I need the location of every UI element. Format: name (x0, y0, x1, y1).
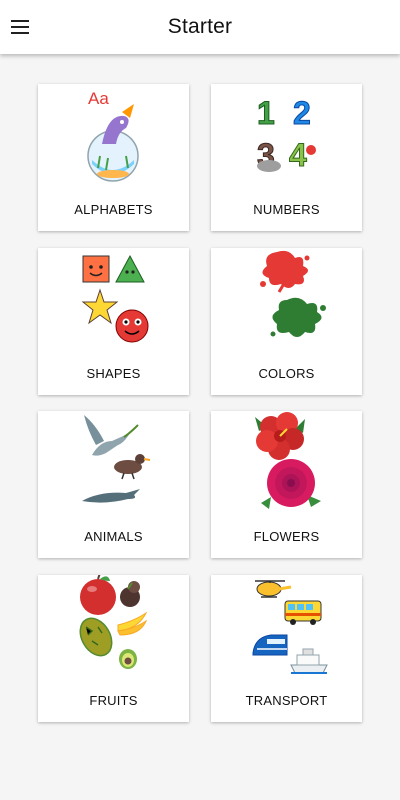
category-label: FLOWERS (253, 529, 320, 544)
paint-splash-icon (260, 250, 326, 337)
category-label: ANIMALS (84, 529, 143, 544)
app-bar: Starter (0, 0, 400, 54)
fish-bowl-icon: Aa (87, 89, 139, 182)
category-label: ALPHABETS (74, 202, 153, 217)
category-card-animals[interactable]: ANIMALS (38, 411, 189, 558)
category-label: SHAPES (86, 366, 141, 381)
category-card-numbers[interactable]: 1 2 3 4 NUMBERS (211, 84, 362, 231)
svg-text:2: 2 (293, 95, 311, 131)
svg-text:4: 4 (289, 137, 307, 173)
category-card-transport[interactable]: TRANSPORT (211, 575, 362, 722)
category-card-flowers[interactable]: FLOWERS (211, 411, 362, 558)
category-card-colors[interactable]: COLORS (211, 248, 362, 395)
svg-text:Aa: Aa (88, 89, 109, 108)
category-card-alphabets[interactable]: Aa ALPHABETS (38, 84, 189, 231)
category-label: NUMBERS (253, 202, 320, 217)
category-label: COLORS (258, 366, 315, 381)
shapes-icon (81, 254, 149, 343)
flowers-icon (255, 412, 321, 509)
category-card-fruits[interactable]: FRUITS (38, 575, 189, 722)
category-card-shapes[interactable]: SHAPES (38, 248, 189, 395)
number-digits-icon: 1 2 3 4 (257, 95, 316, 174)
svg-text:1: 1 (257, 95, 275, 131)
category-label: FRUITS (89, 693, 138, 708)
hamburger-menu-icon[interactable] (6, 13, 34, 41)
animals-icon (82, 415, 151, 503)
fruits-icon (79, 575, 148, 669)
page-title: Starter (167, 15, 233, 38)
transport-icon (252, 580, 328, 674)
category-label: TRANSPORT (245, 693, 328, 708)
